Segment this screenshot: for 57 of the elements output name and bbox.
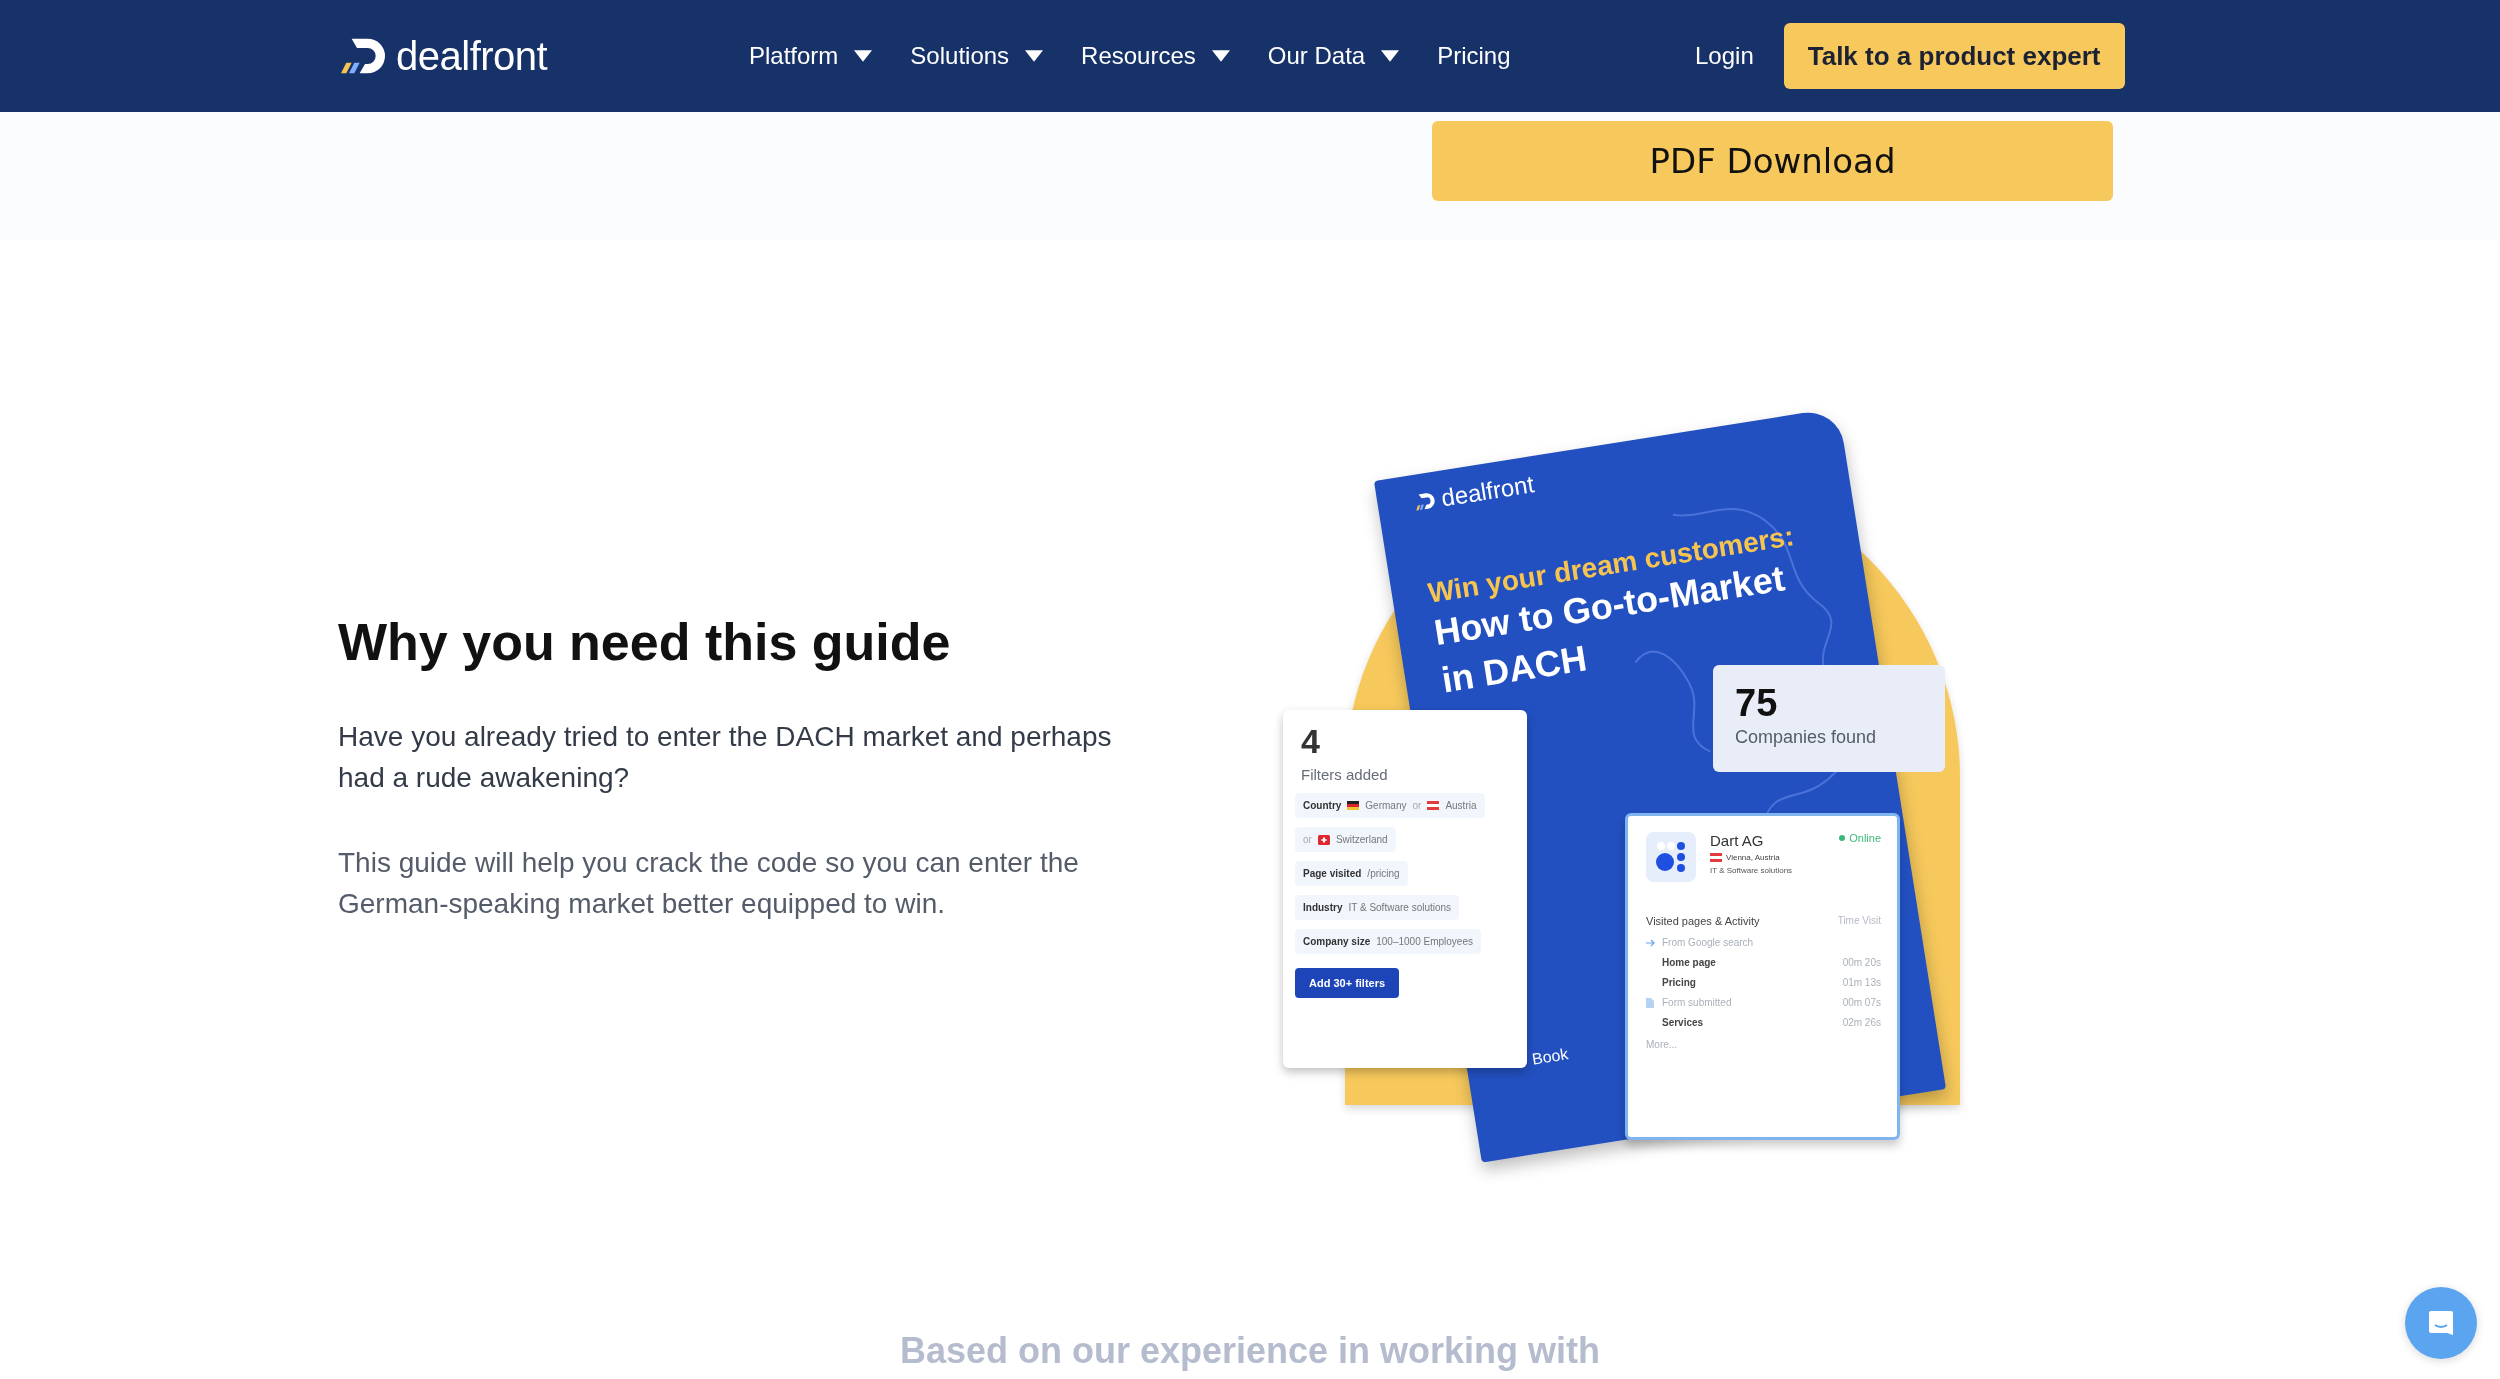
- stat-value: 75: [1735, 683, 1779, 723]
- filter-chip[interactable]: Page visited /pricing: [1295, 861, 1408, 886]
- company-name: Dart AG: [1710, 832, 1765, 849]
- chip-text: IT & Software solutions: [1348, 902, 1452, 913]
- stat-label: Companies found: [1735, 727, 1878, 748]
- activity-text: Services: [1662, 1017, 1704, 1029]
- activity-text: From Google search: [1662, 937, 1754, 949]
- column-header: Time Visit: [1837, 915, 1881, 926]
- visit-time: 00m 07s: [1842, 997, 1881, 1009]
- visit-time: 02m 26s: [1842, 1017, 1881, 1029]
- chat-icon: [2426, 1308, 2456, 1338]
- filter-chip[interactable]: Industry IT & Software solutions: [1295, 895, 1460, 920]
- chip-text: Austria: [1445, 800, 1477, 811]
- nav-menu-item[interactable]: Resources: [1081, 42, 1230, 70]
- section-heading: Why you need this guide: [338, 612, 952, 672]
- paragraph: Have you already tried to enter the DACH market and perhaps had a rude awakening?: [338, 720, 1113, 795]
- column-header: Visited pages & Activity: [1646, 914, 1760, 927]
- book-footer: Book: [1530, 1045, 1570, 1069]
- company-logo-icon: [1646, 832, 1696, 882]
- filter-chip[interactable]: or Switzerland: [1295, 827, 1396, 852]
- visit-time: 00m 20s: [1842, 957, 1881, 969]
- status-text: Online: [1849, 832, 1881, 844]
- company-industry: IT & Software solutions: [1710, 866, 1794, 875]
- activity-text: Form submitted: [1662, 997, 1732, 1009]
- visit-time: 01m 13s: [1842, 977, 1881, 989]
- talk-to-expert-button[interactable]: Talk to a product expert: [1783, 23, 2125, 89]
- chip-text: Page visited: [1303, 868, 1362, 879]
- chip-text: or: [1303, 834, 1312, 845]
- chip-text: Company size: [1303, 936, 1371, 947]
- chat-button[interactable]: [2405, 1287, 2477, 1359]
- dealfront-logo[interactable]: dealfront: [338, 33, 749, 79]
- chip-text: Industry: [1303, 902, 1343, 913]
- nav-menu-item[interactable]: Solutions: [910, 42, 1044, 70]
- nav-menu-item[interactable]: Pricing: [1437, 42, 1511, 70]
- section-heading: Based on our experience in working with: [898, 1330, 1602, 1372]
- chip-text: /pricing: [1367, 868, 1400, 879]
- book-brand: dealfront: [1439, 470, 1536, 513]
- login-link[interactable]: Login: [1695, 42, 1754, 70]
- chip-text: or: [1412, 800, 1422, 811]
- pdf-download-button[interactable]: PDF Download: [1432, 121, 2113, 201]
- document-icon: [1646, 998, 1654, 1008]
- filter-chip[interactable]: Country Germany or Austria: [1295, 793, 1485, 818]
- nav-menu-item[interactable]: Platform: [749, 42, 873, 70]
- activity-text: Pricing: [1662, 977, 1696, 989]
- chip-text: Country: [1303, 800, 1342, 811]
- nav-menu-item[interactable]: Our Data: [1267, 42, 1400, 70]
- chip-text: 100–1000 Employees: [1376, 936, 1473, 947]
- filter-count: 4: [1300, 722, 1321, 760]
- filter-chip[interactable]: Company size 100–1000 Employees: [1295, 929, 1481, 954]
- activity-text: Home page: [1662, 957, 1716, 969]
- add-filters-button[interactable]: Add 30+ filters: [1295, 968, 1400, 998]
- filter-count-label: Filters added: [1300, 766, 1389, 783]
- company-location: Vienna, Austria: [1726, 853, 1780, 862]
- chip-text: Germany: [1365, 800, 1407, 811]
- paragraph: This guide will help you crack the code so you can enter the German-speaking market better equipped to win.: [338, 846, 1080, 921]
- chip-text: Switzerland: [1335, 834, 1388, 845]
- arrow-icon: [1646, 939, 1656, 947]
